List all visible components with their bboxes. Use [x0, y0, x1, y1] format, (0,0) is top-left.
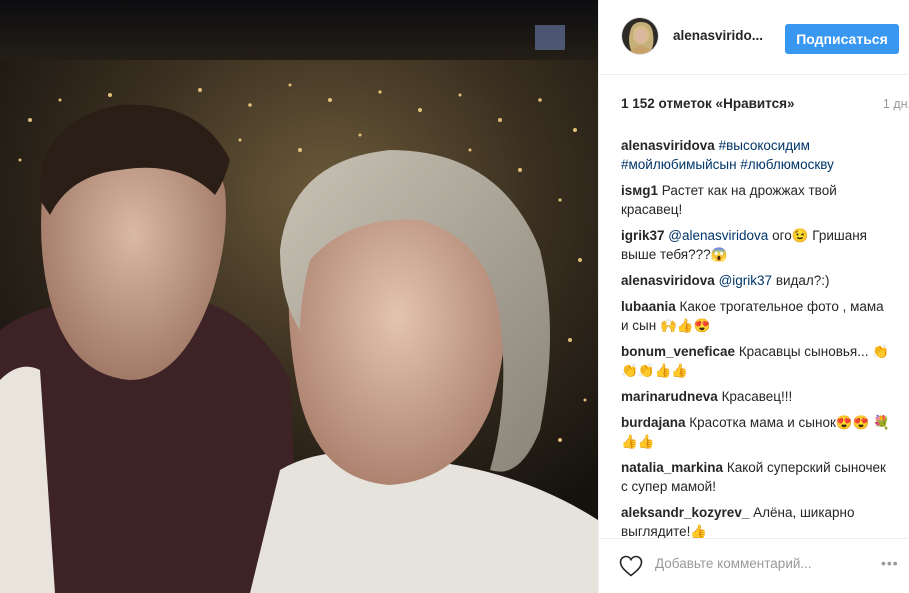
- post-username[interactable]: alenasvirido...: [673, 28, 773, 43]
- comment-username[interactable]: alenasviridova: [621, 138, 715, 153]
- add-comment-input[interactable]: Добавьте комментарий...: [655, 556, 812, 571]
- post-photo[interactable]: [0, 0, 598, 593]
- follow-button[interactable]: Подписаться: [785, 24, 899, 54]
- comment: burdajana Красотка мама и сынок😍😍 💐👍👍: [621, 413, 891, 451]
- comment-username[interactable]: natalia_markina: [621, 460, 723, 475]
- comment: alenasviridova #высокосидим #мойлюбимыйс…: [621, 136, 891, 174]
- comment-link[interactable]: @igrik37: [719, 273, 772, 288]
- post-age[interactable]: 1 дн.: [883, 97, 909, 111]
- comment-username[interactable]: burdajana: [621, 415, 686, 430]
- comment: bonum_veneficae Красавцы сыновья... 👏👏👏👍…: [621, 342, 891, 380]
- comments-list: alenasviridova #высокосидим #мойлюбимыйс…: [621, 136, 891, 548]
- more-options-icon[interactable]: •••: [881, 555, 899, 571]
- comment: marinarudneva Красавец!!!: [621, 387, 891, 406]
- comment-username[interactable]: isмg1: [621, 183, 658, 198]
- post-meta: 1 152 отметок «Нравится» 1 дн.: [621, 96, 909, 116]
- comment-username[interactable]: bonum_veneficae: [621, 344, 735, 359]
- comment: natalia_markina Какой суперский сыночек …: [621, 458, 891, 496]
- comment-text: Красавец!!!: [721, 389, 793, 404]
- comment-username[interactable]: alenasviridova: [621, 273, 715, 288]
- comment: isмg1 Растет как на дрожжах твой красаве…: [621, 181, 891, 219]
- avatar[interactable]: [621, 17, 659, 55]
- comment: lubaania Какое трогательное фото , мама …: [621, 297, 891, 335]
- post-header: alenasvirido... Подписаться: [599, 0, 909, 75]
- comment-link[interactable]: @alenasviridova: [668, 228, 768, 243]
- comment: aleksandr_kozyrev_ Алёна, шикарно выгляд…: [621, 503, 891, 541]
- likes-count[interactable]: 1 152 отметок «Нравится»: [621, 96, 795, 111]
- comment: igrik37 @alenasviridova ого😉 Гришаня выш…: [621, 226, 891, 264]
- heart-icon[interactable]: [619, 555, 643, 577]
- comment: alenasviridova @igrik37 видал?:): [621, 271, 891, 290]
- comment-username[interactable]: igrik37: [621, 228, 665, 243]
- avatar-image: [622, 18, 658, 54]
- photo-illustration: [0, 0, 598, 593]
- post-side-panel: alenasvirido... Подписаться 1 152 отмето…: [598, 0, 909, 593]
- comment-username[interactable]: lubaania: [621, 299, 676, 314]
- comment-username[interactable]: marinarudneva: [621, 389, 718, 404]
- comment-text: видал?:): [772, 273, 830, 288]
- add-comment-bar: Добавьте комментарий... •••: [599, 538, 909, 593]
- comment-username[interactable]: aleksandr_kozyrev_: [621, 505, 749, 520]
